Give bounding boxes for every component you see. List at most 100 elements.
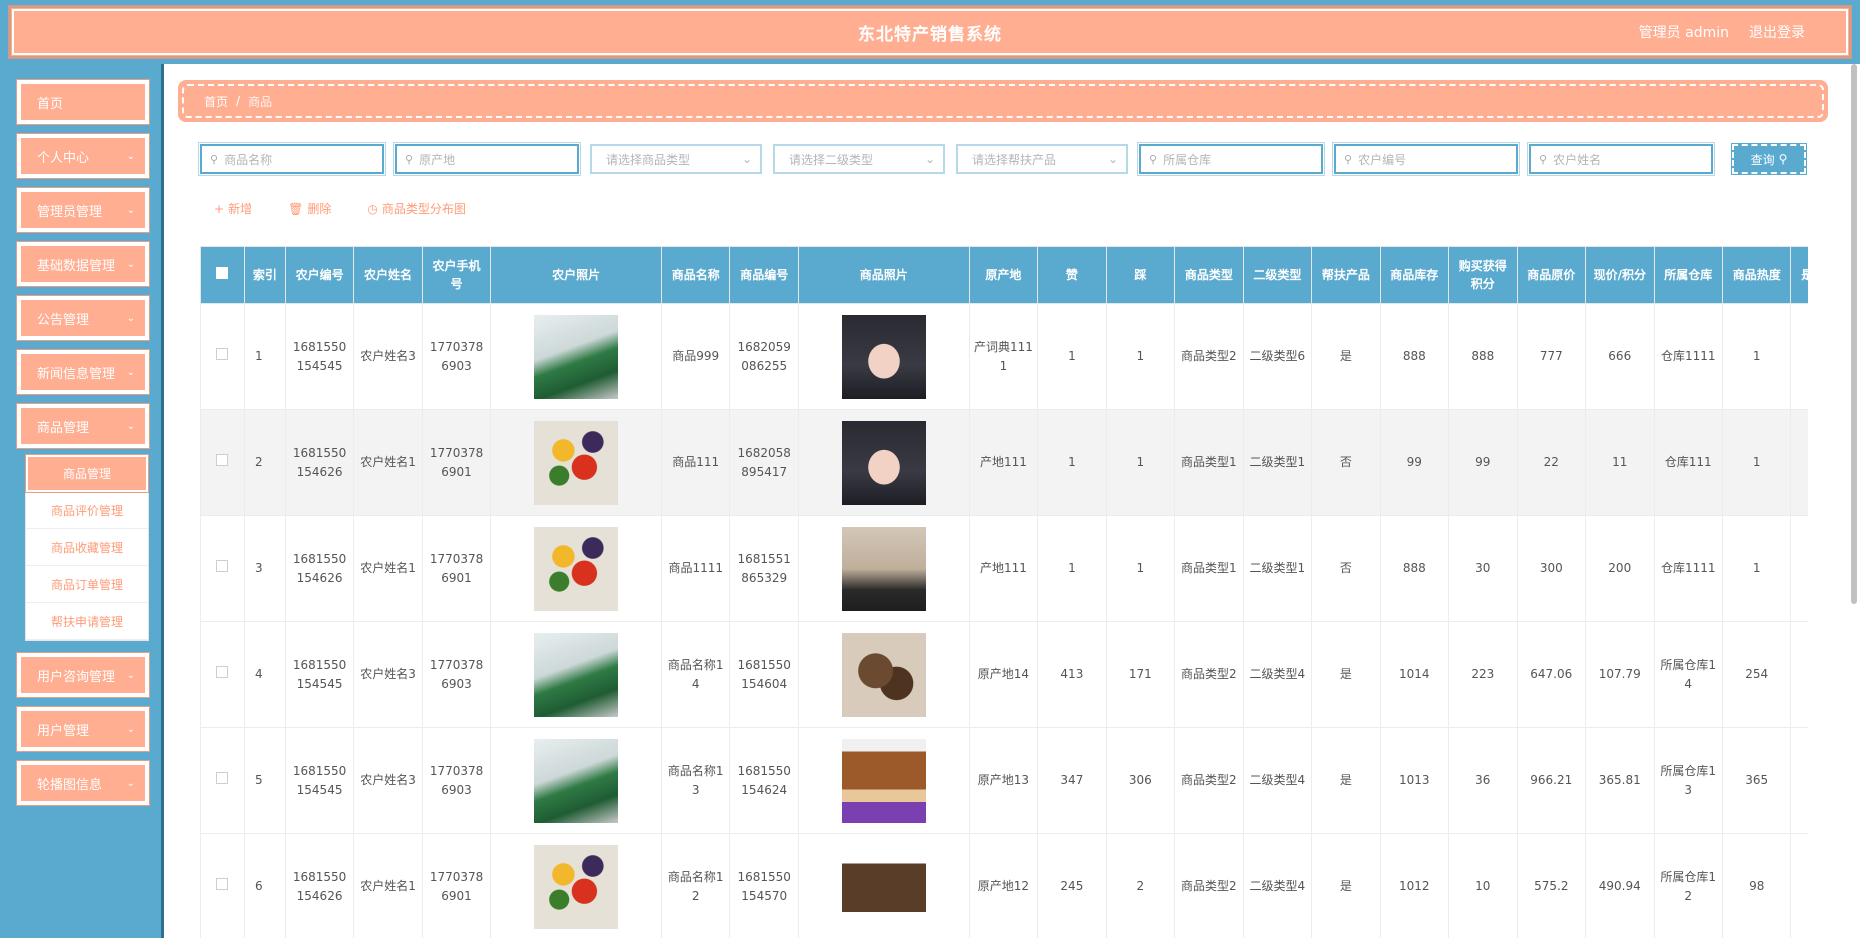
table-cell: 上架 [1790, 409, 1808, 516]
sidebar-item[interactable]: 首页 [16, 79, 150, 125]
table-cell: 17703786901 [421, 833, 492, 938]
column-header[interactable]: 商品原价 [1516, 246, 1587, 304]
chart-button[interactable]: ◷ 商品类型分布图 [367, 200, 466, 217]
scrollbar-thumb[interactable] [1851, 64, 1857, 604]
warehouse-input[interactable]: ⚲ 所属仓库 [1137, 142, 1325, 176]
table-row[interactable]: 6 1681550154626 农户姓名1 17703786901 商品名称12 1681… [200, 833, 1808, 938]
column-header[interactable]: 原产地 [968, 246, 1039, 304]
sidebar-item-label: 个人中心 [37, 150, 90, 166]
row-checkbox[interactable] [216, 454, 229, 466]
product-type-select[interactable]: 请选择商品类型 ⌄ [590, 144, 762, 174]
select-all-checkbox[interactable] [216, 267, 229, 279]
column-header[interactable]: 商品热度 [1721, 246, 1792, 304]
table-cell: 原产地12 [968, 833, 1039, 938]
submenu-item[interactable]: 商品管理 [25, 454, 149, 493]
table-cell: 二级类型4 [1242, 727, 1313, 834]
column-header[interactable]: 农户姓名 [353, 246, 423, 304]
farmer-photo [534, 844, 619, 929]
table-cell: 575.2 [1516, 833, 1587, 938]
table-cell: 99 [1379, 409, 1450, 516]
column-header[interactable]: 农户编号 [284, 246, 355, 304]
column-header[interactable]: 农户照片 [490, 246, 662, 304]
table-row[interactable]: 4 1681550154545 农户姓名3 17703786903 商品名称14 1681… [200, 621, 1808, 728]
table-cell: 所属仓库12 [1653, 833, 1723, 938]
subtype-select[interactable]: 请选择二级类型 ⌄ [773, 144, 945, 174]
sidebar-item[interactable]: 轮播图信息 ⌄ [16, 760, 150, 806]
row-checkbox[interactable] [216, 772, 229, 784]
column-header[interactable]: 帮扶产品 [1311, 246, 1381, 304]
delete-button[interactable]: 🗑 删除 [288, 200, 331, 217]
farmer-name-input[interactable]: ⚲ 农户姓名 [1527, 142, 1715, 176]
table-cell: 1681550154604 [729, 621, 799, 728]
column-header[interactable]: 踩 [1105, 246, 1176, 304]
table-row[interactable]: 1 1681550154545 农户姓名3 17703786903 商品999 16820… [200, 303, 1808, 410]
sidebar-item[interactable]: 用户管理 ⌄ [16, 706, 150, 752]
sidebar-item[interactable]: 管理员管理 ⌄ [16, 187, 150, 233]
column-header[interactable]: 购买获得积分 [1448, 246, 1518, 304]
sidebar-item[interactable]: 商品管理 ⌄ [16, 403, 150, 449]
table-row[interactable]: 3 1681550154626 农户姓名1 17703786901 商品1111 1681… [200, 515, 1808, 622]
table-row[interactable]: 2 1681550154626 农户姓名1 17703786901 商品111 16820… [200, 409, 1808, 516]
search-button[interactable]: 查询 ⚲ [1731, 143, 1807, 175]
table-cell: 888 [1379, 303, 1450, 410]
sidebar-item[interactable]: 基础数据管理 ⌄ [16, 241, 150, 287]
table-cell: 30 [1448, 515, 1518, 622]
row-checkbox[interactable] [216, 348, 229, 360]
table-cell: 商品类型2 [1174, 833, 1244, 938]
logout-link[interactable]: 退出登录 [1749, 22, 1805, 42]
table-cell: 是 [1311, 303, 1381, 410]
product-photo-cell [797, 303, 970, 410]
table-cell: 商品1111 [660, 515, 731, 622]
row-checkbox[interactable] [216, 560, 229, 572]
search-icon: ⚲ [1539, 152, 1548, 166]
column-header[interactable]: 商品类型 [1174, 246, 1244, 304]
add-button[interactable]: + 新增 [214, 200, 252, 217]
column-header[interactable]: 所属仓库 [1653, 246, 1723, 304]
submenu-item[interactable]: 商品评价管理 [26, 492, 148, 529]
chevron-down-icon: ⌄ [126, 366, 135, 378]
product-photo [841, 314, 926, 399]
column-header[interactable]: 商品照片 [797, 246, 970, 304]
farmer-photo-cell [490, 833, 662, 938]
sidebar-item-label: 新闻信息管理 [37, 366, 116, 382]
submenu-item[interactable]: 商品订单管理 [26, 566, 148, 603]
farmer-number-input[interactable]: ⚲ 农户编号 [1332, 142, 1520, 176]
column-header[interactable]: 索引 [243, 246, 286, 304]
table-cell: 1681550154624 [729, 727, 799, 834]
sidebar-item[interactable]: 用户咨询管理 ⌄ [16, 652, 150, 698]
table-cell: 仓库1111 [1653, 515, 1723, 622]
sidebar-item[interactable]: 新闻信息管理 ⌄ [16, 349, 150, 395]
search-icon: ⚲ [1344, 152, 1353, 166]
submenu-item[interactable]: 商品收藏管理 [26, 529, 148, 566]
page-scrollbar[interactable] [1850, 64, 1858, 938]
table-cell: 99 [1448, 409, 1518, 516]
table-cell: 5 [243, 727, 286, 834]
sidebar-item[interactable]: 个人中心 ⌄ [16, 133, 150, 179]
product-name-input[interactable]: ⚲ 商品名称 [198, 142, 386, 176]
sidebar-item[interactable]: 公告管理 ⌄ [16, 295, 150, 341]
table-cell: 365 [1721, 727, 1792, 834]
column-header[interactable]: 商品库存 [1379, 246, 1450, 304]
table-cell: 商品111 [660, 409, 731, 516]
row-checkbox[interactable] [216, 878, 229, 890]
column-header[interactable]: 商品编号 [729, 246, 799, 304]
table-cell: 1 [1037, 303, 1107, 410]
column-header[interactable]: 二级类型 [1242, 246, 1313, 304]
column-header[interactable]: 现价/积分 [1585, 246, 1655, 304]
breadcrumb-home[interactable]: 首页 [204, 93, 228, 110]
submenu-item[interactable]: 帮扶申请管理 [26, 603, 148, 640]
sidebar: 首页 个人中心 ⌄ 管理员管理 ⌄ 基础数据管理 ⌄ 公告管理 ⌄ 新闻信息管理 ⌄ 商品管理 ⌄ 商品管… [0, 64, 162, 938]
column-header[interactable]: 农户手机号 [421, 246, 492, 304]
row-checkbox[interactable] [216, 666, 229, 678]
table-cell: 17703786901 [421, 409, 492, 516]
farmer-photo [534, 420, 619, 505]
column-header[interactable]: 赞 [1037, 246, 1107, 304]
table-cell: 1681550154626 [284, 833, 355, 938]
column-header[interactable]: 商品名称 [660, 246, 731, 304]
table-row[interactable]: 5 1681550154545 农户姓名3 17703786903 商品名称13 1681… [200, 727, 1808, 834]
table-cell: 1 [1105, 515, 1176, 622]
origin-input[interactable]: ⚲ 原产地 [393, 142, 581, 176]
table-cell: 171 [1105, 621, 1176, 728]
help-product-select[interactable]: 请选择帮扶产品 ⌄ [956, 144, 1128, 174]
column-header[interactable]: 是否上架 [1790, 246, 1808, 304]
